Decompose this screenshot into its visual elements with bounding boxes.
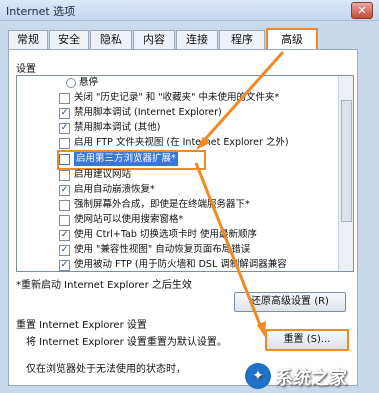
watermark: ✦ 系统之家 [245, 361, 373, 391]
annotation-arrows [194, 51, 285, 337]
logo-icon: ✦ [245, 363, 271, 389]
